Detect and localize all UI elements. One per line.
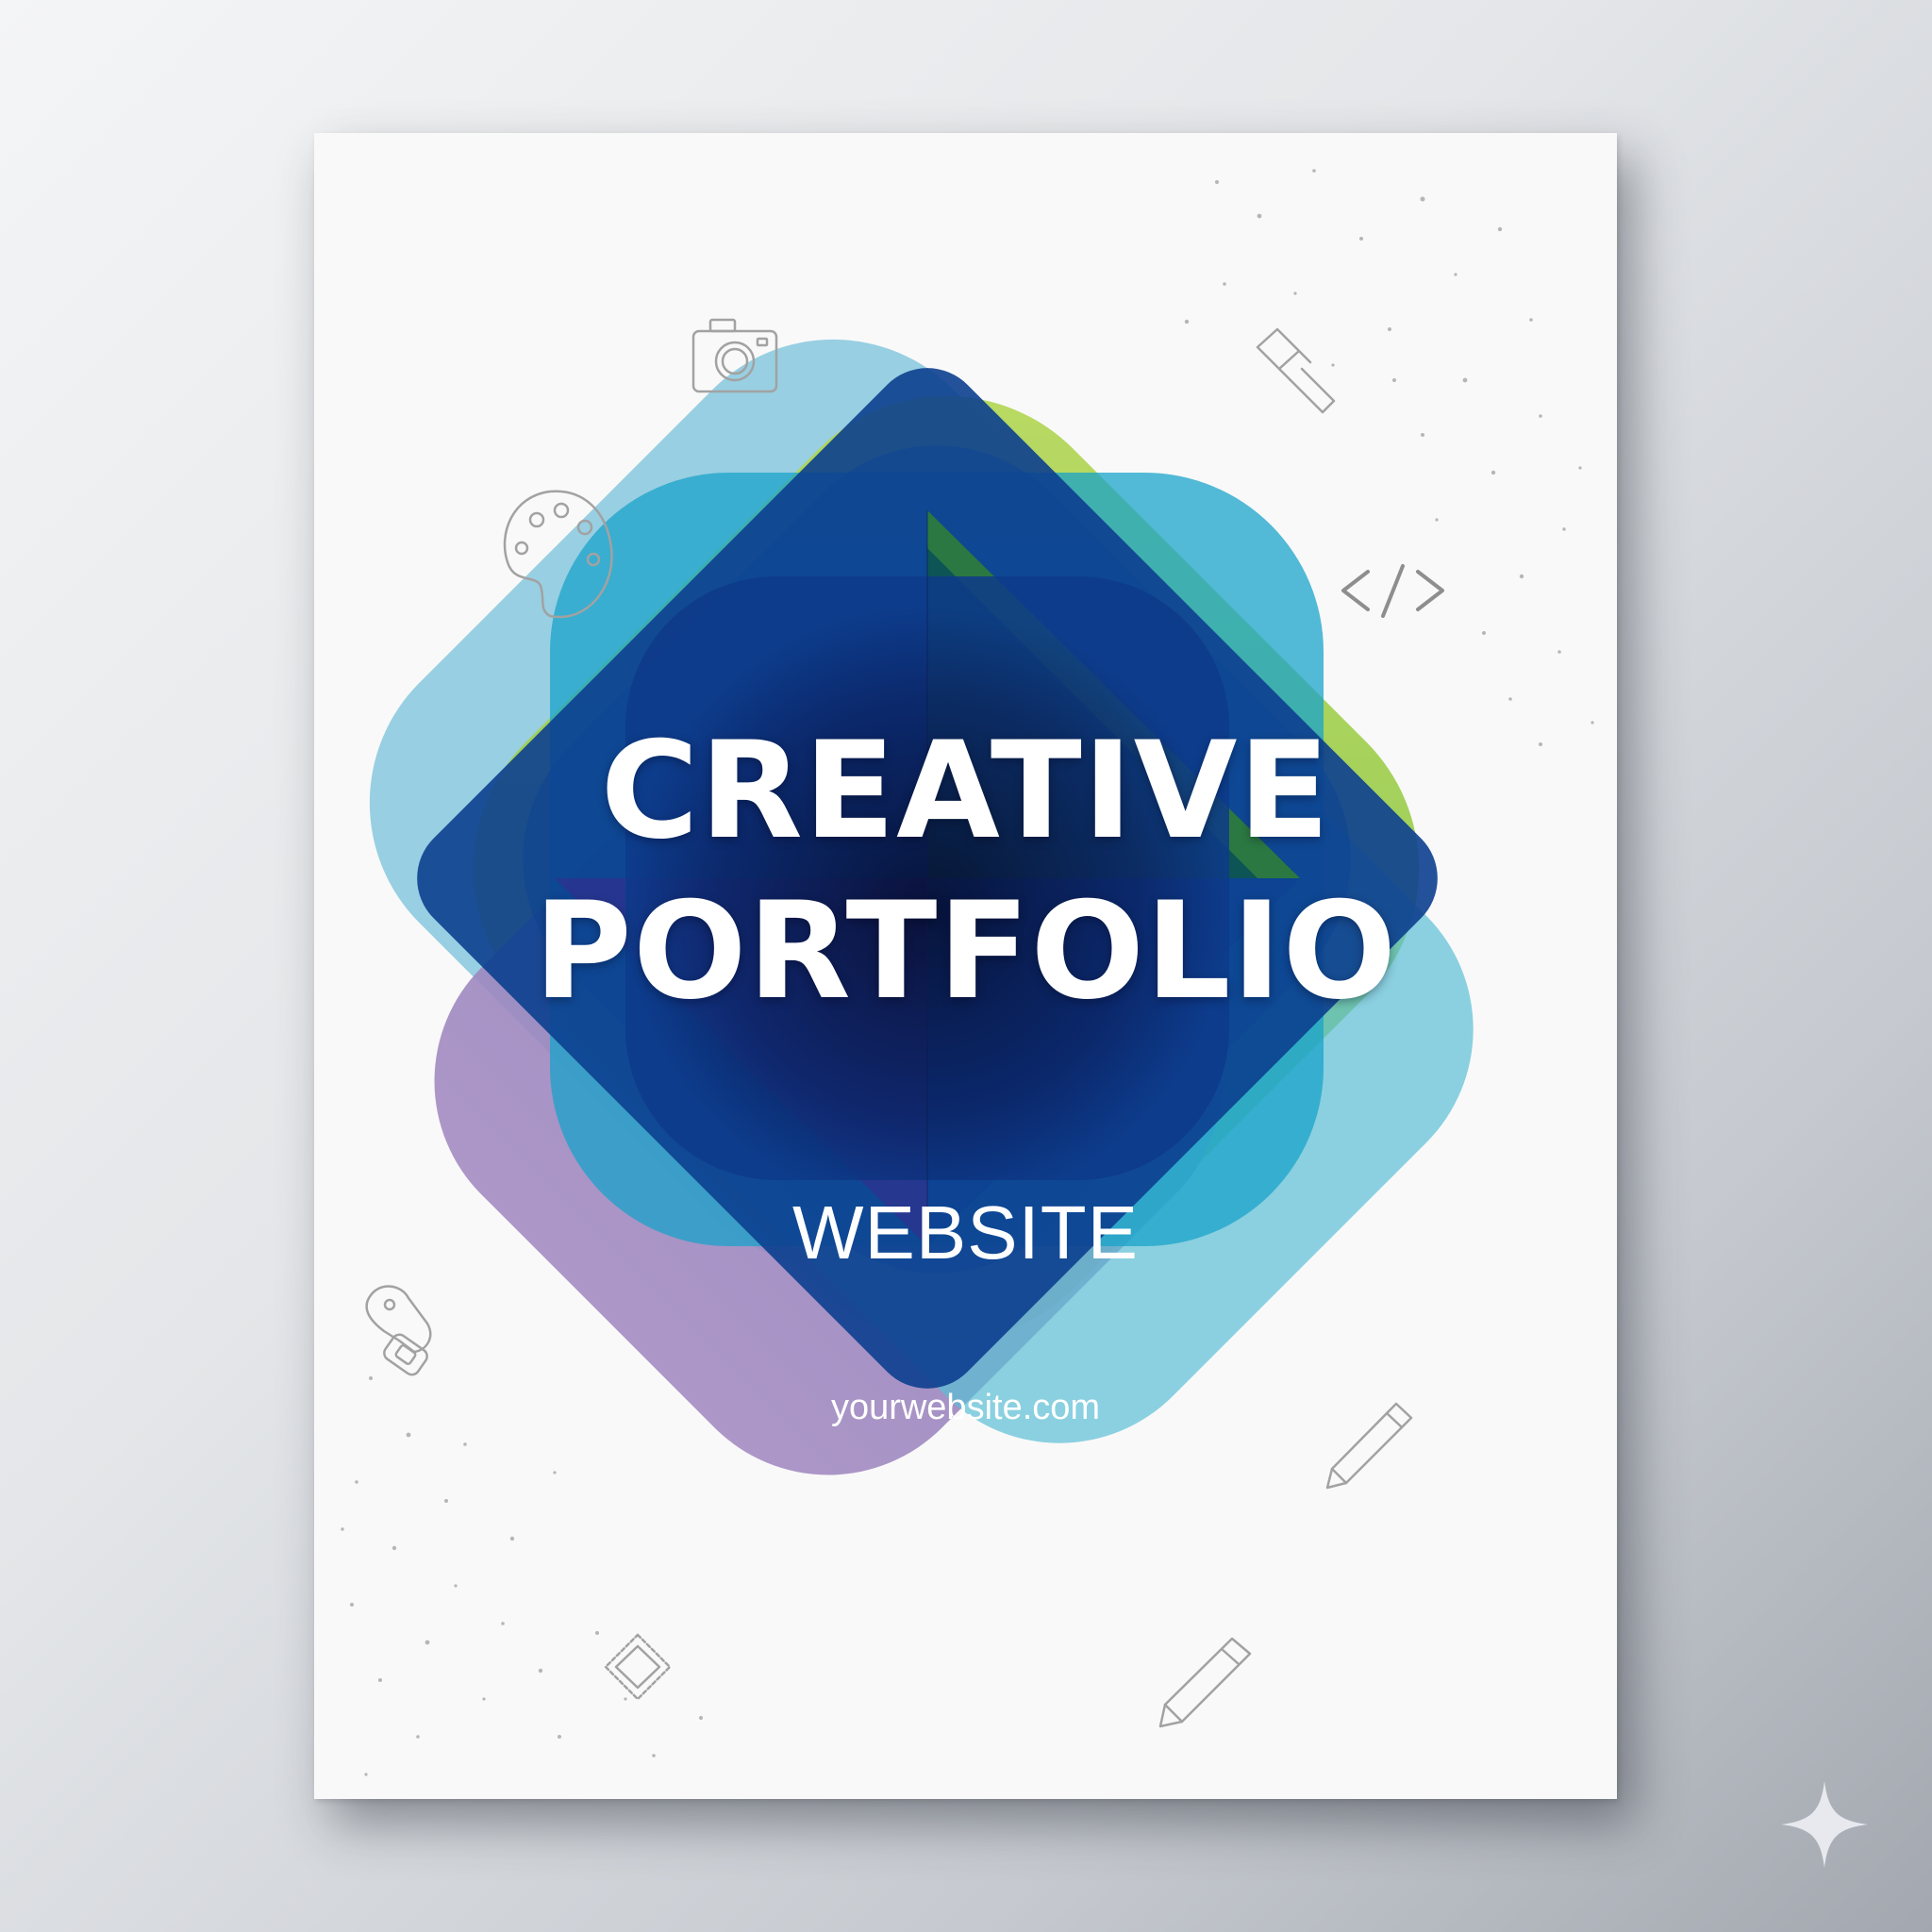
poster-title-line-2: PORTFOLIO	[533, 874, 1398, 1029]
stamp-icon	[604, 1633, 672, 1701]
gamepad-icon	[365, 1285, 432, 1376]
poster-url: yourwebsite.com	[830, 1388, 1101, 1427]
poster-subtitle: WEBSITE	[791, 1191, 1140, 1274]
paint-brush-icon	[1256, 327, 1336, 414]
poster: CREATIVE PORTFOLIO WEBSITE yourwebsite.c…	[314, 133, 1617, 1799]
page: { "poster": { "title_line_1": "CREATIVE"…	[0, 0, 1932, 1932]
code-icon	[1341, 564, 1444, 618]
pencil-icon	[1158, 1637, 1252, 1728]
sparkle-icon	[1781, 1781, 1868, 1868]
poster-title-line-1: CREATIVE	[600, 713, 1331, 869]
